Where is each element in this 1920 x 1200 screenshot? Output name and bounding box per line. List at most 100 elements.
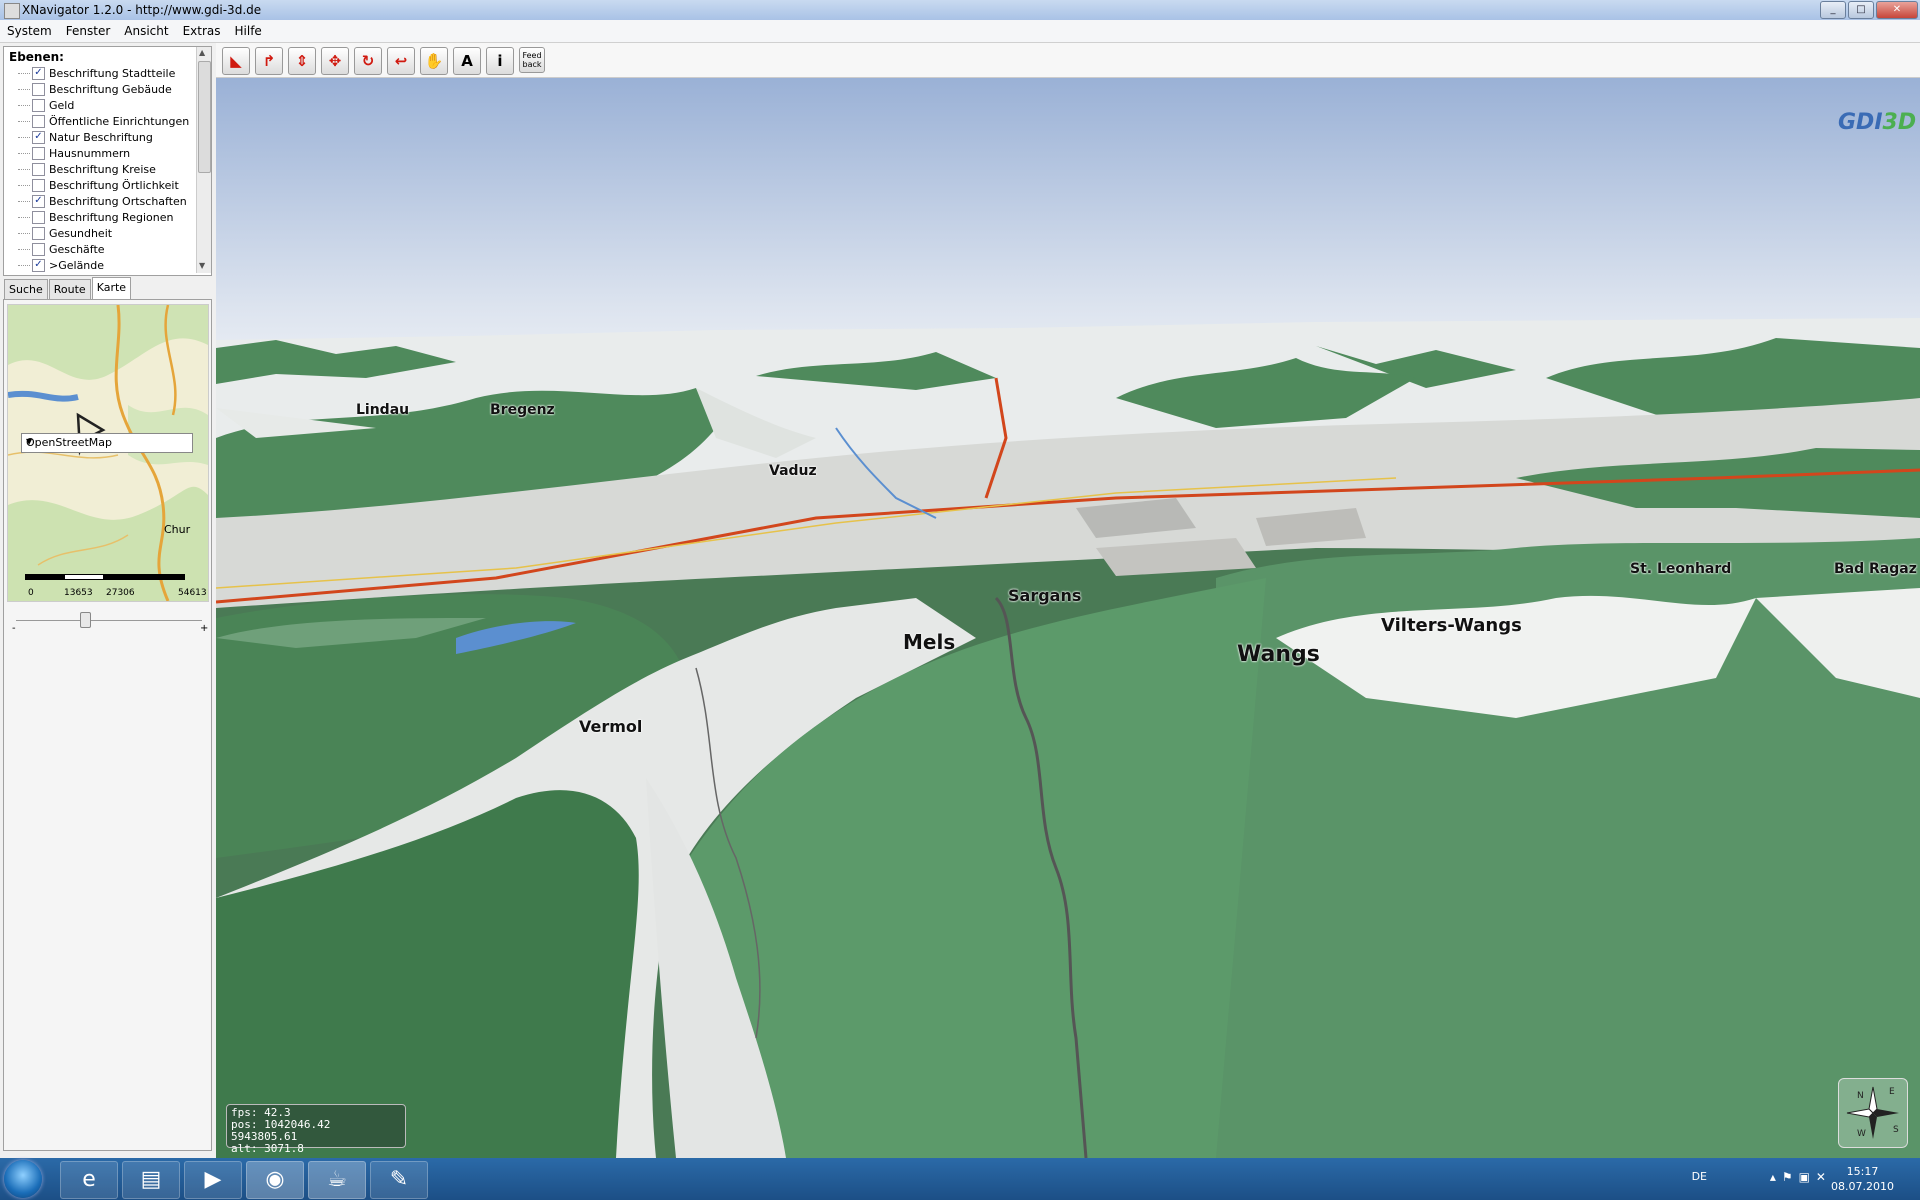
3d-viewport[interactable] [216,78,1920,1158]
layer-checkbox[interactable] [32,82,45,96]
map-source-select[interactable]: OpenStreetMap ▼ [21,433,193,453]
layer-checkbox[interactable]: ✓ [32,258,45,272]
tree-line [18,248,30,250]
overview-map[interactable]: Chur 0 13653 27306 54613 [7,304,209,602]
language-indicator[interactable]: DE [1692,1170,1707,1183]
layer-checkbox[interactable]: ✓ [32,66,45,80]
close-button[interactable]: ✕ [1876,1,1918,19]
tab-karte[interactable]: Karte [91,277,132,300]
layer-label: Hausnummern [49,146,131,160]
place-label-vilters-wangs: Vilters-Wangs [1381,615,1522,636]
scale-label: 27306 [106,588,135,598]
paint-icon[interactable]: ✎ [370,1161,428,1199]
feedback-button[interactable]: Feed back [519,47,545,73]
menu-fenster[interactable]: Fenster [59,20,118,42]
gdi3d-logo: GDI3D [1838,110,1917,135]
tab-route[interactable]: Route [48,279,91,299]
layer-item[interactable]: ✓ Natur Beschriftung [18,129,153,145]
title-bar: XNavigator 1.2.0 - http://www.gdi-3d.de … [0,0,1920,21]
layer-label: >Gelände [49,258,105,272]
maximize-button[interactable]: □ [1848,1,1874,19]
tree-line [18,88,30,90]
menu-ansicht[interactable]: Ansicht [117,20,175,42]
place-label-vermol: Vermol [579,717,643,736]
tree-line [18,200,30,202]
scroll-up-icon[interactable]: ▲ [199,48,205,57]
layer-checkbox[interactable] [32,210,45,224]
layer-checkbox[interactable] [32,242,45,256]
layer-item[interactable]: ✓ Beschriftung Stadtteile [18,65,175,81]
layer-item[interactable]: Hausnummern [18,145,130,161]
layer-item[interactable]: Gesundheit [18,225,112,241]
pan-button[interactable]: ✥ [321,47,349,75]
layer-item[interactable]: Beschriftung Örtlichkeit [18,177,179,193]
move-updown-button[interactable]: ⇕ [288,47,316,75]
layer-checkbox[interactable] [32,98,45,112]
menu-system[interactable]: System [0,20,59,42]
layers-scrollbar[interactable]: ▲ ▼ [196,47,211,273]
layer-item[interactable]: Beschriftung Kreise [18,161,156,177]
compass[interactable]: N E S W [1838,1078,1908,1148]
tray-icons[interactable]: ▴⚑▣✕ [1770,1170,1832,1184]
layer-label: Beschriftung Kreise [49,162,156,176]
ie-icon[interactable]: e [60,1161,118,1199]
layer-label: Beschriftung Örtlichkeit [49,178,179,192]
layer-checkbox[interactable] [32,162,45,176]
hand-tool-button[interactable]: ✋ [420,47,448,75]
place-label-sargans: Sargans [1008,586,1082,605]
compass-rose-icon [1846,1086,1899,1139]
place-label-lindau: Lindau [356,402,410,418]
karte-panel: Chur 0 13653 27306 54613 - + [3,299,212,1151]
java-icon[interactable]: ☕ [308,1161,366,1199]
rotate-button[interactable]: ↻ [354,47,382,75]
start-button[interactable] [4,1160,42,1198]
scroll-down-icon[interactable]: ▼ [199,261,205,270]
layer-checkbox[interactable] [32,146,45,160]
tree-line [18,104,30,106]
layer-checkbox[interactable]: ✓ [32,194,45,208]
layer-checkbox[interactable] [32,226,45,240]
text-tool-button[interactable]: A [453,47,481,75]
layer-item[interactable]: Beschriftung Regionen [18,209,173,225]
turn-button[interactable]: ↱ [255,47,283,75]
media-player-icon[interactable]: ▶ [184,1161,242,1199]
fly-forward-button[interactable]: ◣ [222,47,250,75]
place-label-st-leonhard: St. Leonhard [1630,561,1732,577]
layer-label: Natur Beschriftung [49,130,153,144]
minimize-button[interactable]: _ [1820,1,1846,19]
layer-item[interactable]: ✓ >Gelände [18,257,104,273]
clock-time: 15:17 [1846,1165,1879,1178]
layer-label: Beschriftung Ortschaften [49,194,187,208]
scroll-thumb[interactable] [198,61,211,173]
zoom-slider[interactable]: - + [10,610,208,634]
left-panel: Ebenen: ✓ Beschriftung Stadtteile Beschrif… [0,43,213,1158]
layer-item[interactable]: Beschriftung Gebäude [18,81,172,97]
menu-bar: System Fenster Ansicht Extras Hilfe [0,20,1920,43]
place-label-vaduz: Vaduz [769,463,817,479]
layer-item[interactable]: Öffentliche Einrichtungen [18,113,189,129]
layer-checkbox[interactable] [32,114,45,128]
app-icon [4,3,20,19]
taskbar: e ▤ ▶ ◉ ☕ ✎ DE ▴⚑▣✕ 15:17 08.07.2010 [0,1158,1920,1200]
layer-item[interactable]: ✓ Beschriftung Ortschaften [18,193,187,209]
layer-item[interactable]: Geschäfte [18,241,105,257]
back-button[interactable]: ↩ [387,47,415,75]
firefox-icon[interactable]: ◉ [246,1161,304,1199]
layer-checkbox[interactable] [32,178,45,192]
zoom-slider-knob[interactable] [80,612,91,628]
layer-item[interactable]: Geld [18,97,74,113]
place-label-bad-ragaz: Bad Ragaz [1834,561,1917,577]
tree-line [18,216,30,218]
clock[interactable]: 15:17 08.07.2010 [1831,1164,1894,1194]
tree-line [18,184,30,186]
tab-suche[interactable]: Suche [4,279,48,299]
layer-checkbox[interactable]: ✓ [32,130,45,144]
minimap-city-label: Chur [164,523,191,536]
explorer-icon[interactable]: ▤ [122,1161,180,1199]
info-tool-button[interactable]: i [486,47,514,75]
side-tabs: Suche Route Karte [4,277,132,300]
menu-hilfe[interactable]: Hilfe [228,20,269,42]
layers-panel: Ebenen: ✓ Beschriftung Stadtteile Beschrif… [3,46,212,276]
menu-extras[interactable]: Extras [176,20,228,42]
zoom-out-label: - [12,623,16,634]
